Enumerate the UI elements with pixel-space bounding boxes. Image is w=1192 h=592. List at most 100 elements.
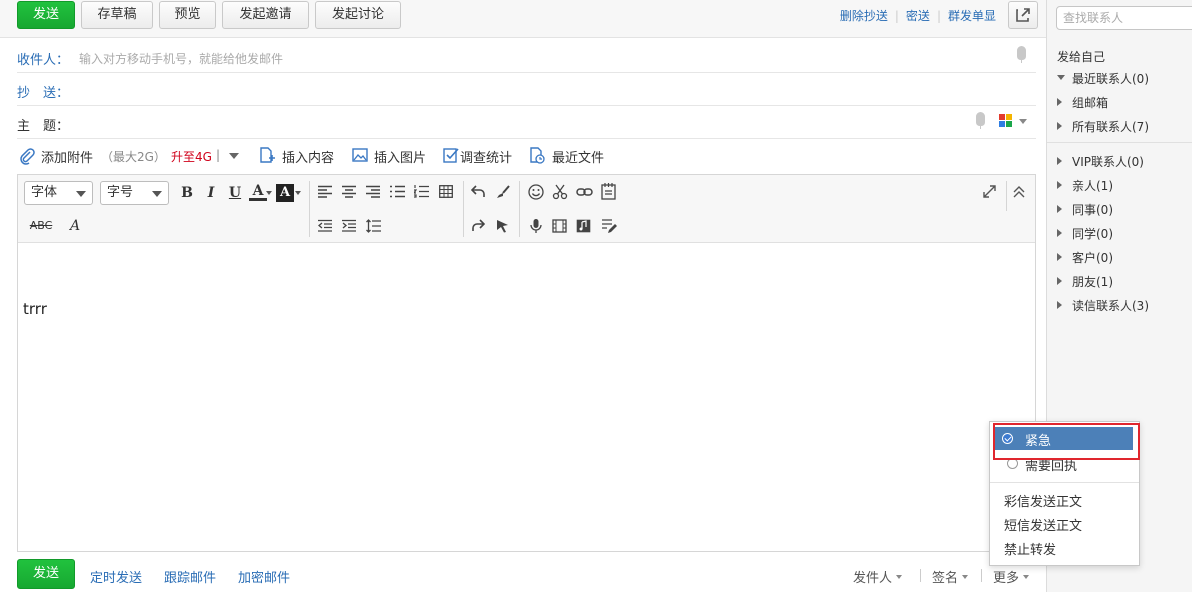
collapse-toolbar-icon[interactable]	[1013, 186, 1025, 198]
collapse-arrow-icon	[1057, 229, 1062, 237]
signature-edit-icon[interactable]	[601, 218, 617, 234]
subject-label: 主 题：	[17, 119, 70, 134]
insert-content-button[interactable]: 插入内容	[282, 147, 334, 166]
memo-icon[interactable]	[601, 183, 616, 200]
music-icon[interactable]	[576, 219, 591, 233]
screenshot-scissors-icon[interactable]	[552, 184, 568, 200]
bcc-link[interactable]: 密送	[906, 9, 930, 23]
editor-toolbar: 字体 字号 B I U A A ABC A	[18, 175, 1035, 243]
group-label: 亲人(1)	[1072, 179, 1113, 193]
toolbar-divider	[309, 181, 310, 237]
menu-item-sms-body[interactable]: 短信发送正文	[1004, 515, 1082, 534]
font-color-button[interactable]: A	[249, 184, 267, 201]
contact-search-input[interactable]: 查找联系人	[1056, 6, 1192, 30]
cc-label: 抄 送：	[17, 86, 70, 101]
underline-button[interactable]: U	[226, 184, 244, 202]
encrypt-mail-link[interactable]: 加密邮件	[238, 567, 290, 586]
collapse-arrow-icon	[1057, 181, 1062, 189]
sender-label: 发件人	[853, 571, 893, 586]
sidebar-divider	[1047, 142, 1192, 143]
scheduled-send-link[interactable]: 定时发送	[90, 567, 142, 586]
track-mail-link[interactable]: 跟踪邮件	[164, 567, 216, 586]
to-label: 收件人：	[17, 53, 70, 68]
upgrade-4g-link[interactable]: 升至4G	[171, 148, 212, 165]
select-cursor-icon[interactable]	[496, 219, 510, 233]
redo-icon[interactable]	[471, 219, 485, 232]
collapse-arrow-icon	[1057, 205, 1062, 213]
discuss-button[interactable]: 发起讨论	[315, 1, 401, 29]
menu-item-no-forward[interactable]: 禁止转发	[1004, 539, 1056, 558]
bottom-bar: 发送 定时发送 跟踪邮件 加密邮件 发件人 签名 更多	[0, 556, 1046, 592]
email-body[interactable]: trrr	[23, 300, 47, 318]
send-button[interactable]: 发送	[17, 1, 75, 29]
popout-button[interactable]	[1008, 1, 1038, 29]
clear-format-button[interactable]: A	[66, 217, 84, 235]
indent-icon[interactable]	[342, 219, 356, 232]
font-color-dropdown-icon[interactable]	[266, 191, 272, 198]
subject-row[interactable]: 主 题：	[17, 106, 1036, 139]
group-label: 朋友(1)	[1072, 275, 1113, 289]
undo-icon[interactable]	[471, 185, 485, 198]
numbered-list-icon[interactable]	[414, 185, 429, 198]
link-icon[interactable]	[576, 185, 593, 199]
save-draft-button[interactable]: 存草稿	[81, 1, 153, 29]
subject-voice-icon[interactable]	[976, 112, 985, 129]
voice-record-icon[interactable]	[530, 218, 542, 234]
group-label: 最近联系人(0)	[1072, 72, 1149, 86]
toolbar-divider	[519, 181, 520, 237]
group-label: 客户(0)	[1072, 251, 1113, 265]
outdent-icon[interactable]	[318, 219, 332, 232]
signature-dropdown[interactable]: 签名	[932, 567, 969, 586]
attach-more-dropdown[interactable]	[229, 153, 239, 164]
font-size-select[interactable]: 字号	[100, 181, 169, 205]
stationery-dropdown-icon[interactable]	[1019, 119, 1027, 128]
bottom-divider	[981, 569, 982, 582]
group-label: 同学(0)	[1072, 227, 1113, 241]
survey-button[interactable]: 调查统计	[460, 147, 512, 166]
italic-button[interactable]: I	[202, 184, 220, 202]
highlight-dropdown-icon[interactable]	[295, 191, 301, 198]
recent-files-button[interactable]: 最近文件	[552, 147, 604, 166]
strikethrough-button[interactable]: ABC	[24, 217, 58, 235]
to-row[interactable]: 收件人： 输入对方移动手机号，就能给他发邮件	[17, 40, 1036, 73]
align-left-icon[interactable]	[318, 185, 332, 198]
remove-cc-link[interactable]: 删除抄送	[840, 9, 888, 23]
collapse-arrow-icon	[1057, 157, 1062, 165]
highlight-color-button[interactable]: A	[276, 184, 294, 202]
collapse-arrow-icon	[1057, 253, 1062, 261]
to-input[interactable]: 输入对方移动手机号，就能给他发邮件	[79, 50, 283, 67]
cc-row[interactable]: 抄 送：	[17, 73, 1036, 106]
preview-button[interactable]: 预览	[159, 1, 216, 29]
table-icon[interactable]	[439, 185, 453, 198]
toolbar-divider	[463, 181, 464, 237]
emoji-icon[interactable]	[528, 184, 544, 200]
align-center-icon[interactable]	[342, 185, 356, 198]
fullscreen-icon[interactable]	[983, 185, 996, 198]
bullet-list-icon[interactable]	[390, 185, 405, 198]
line-height-icon[interactable]	[366, 219, 381, 233]
bold-button[interactable]: B	[178, 184, 196, 202]
paperclip-icon	[20, 148, 35, 165]
group-label: 所有联系人(7)	[1072, 120, 1149, 134]
group-label: 组邮箱	[1072, 96, 1109, 110]
more-dropdown[interactable]: 更多	[993, 567, 1030, 586]
font-family-select[interactable]: 字体	[24, 181, 93, 205]
separate-send-link[interactable]: 群发单显	[948, 9, 996, 23]
annotation-highlight-box	[993, 423, 1140, 460]
format-painter-icon[interactable]	[496, 185, 510, 199]
video-icon[interactable]	[552, 219, 567, 233]
invite-button[interactable]: 发起邀请	[222, 1, 309, 29]
collapse-arrow-icon	[1057, 122, 1062, 130]
group-label: VIP联系人(0)	[1072, 155, 1144, 169]
bottom-send-button[interactable]: 发送	[17, 559, 75, 589]
stationery-icon[interactable]	[999, 114, 1013, 128]
align-right-icon[interactable]	[366, 185, 380, 198]
send-to-self-link[interactable]: 发给自己	[1057, 48, 1105, 65]
insert-image-button[interactable]: 插入图片	[374, 147, 426, 166]
chevron-down-icon	[896, 575, 903, 582]
sender-dropdown[interactable]: 发件人	[853, 567, 903, 586]
menu-item-mms-body[interactable]: 彩信发送正文	[1004, 491, 1082, 510]
survey-icon	[443, 148, 459, 163]
add-attachment-button[interactable]: 添加附件	[41, 147, 93, 166]
voice-input-icon[interactable]	[1017, 46, 1026, 63]
